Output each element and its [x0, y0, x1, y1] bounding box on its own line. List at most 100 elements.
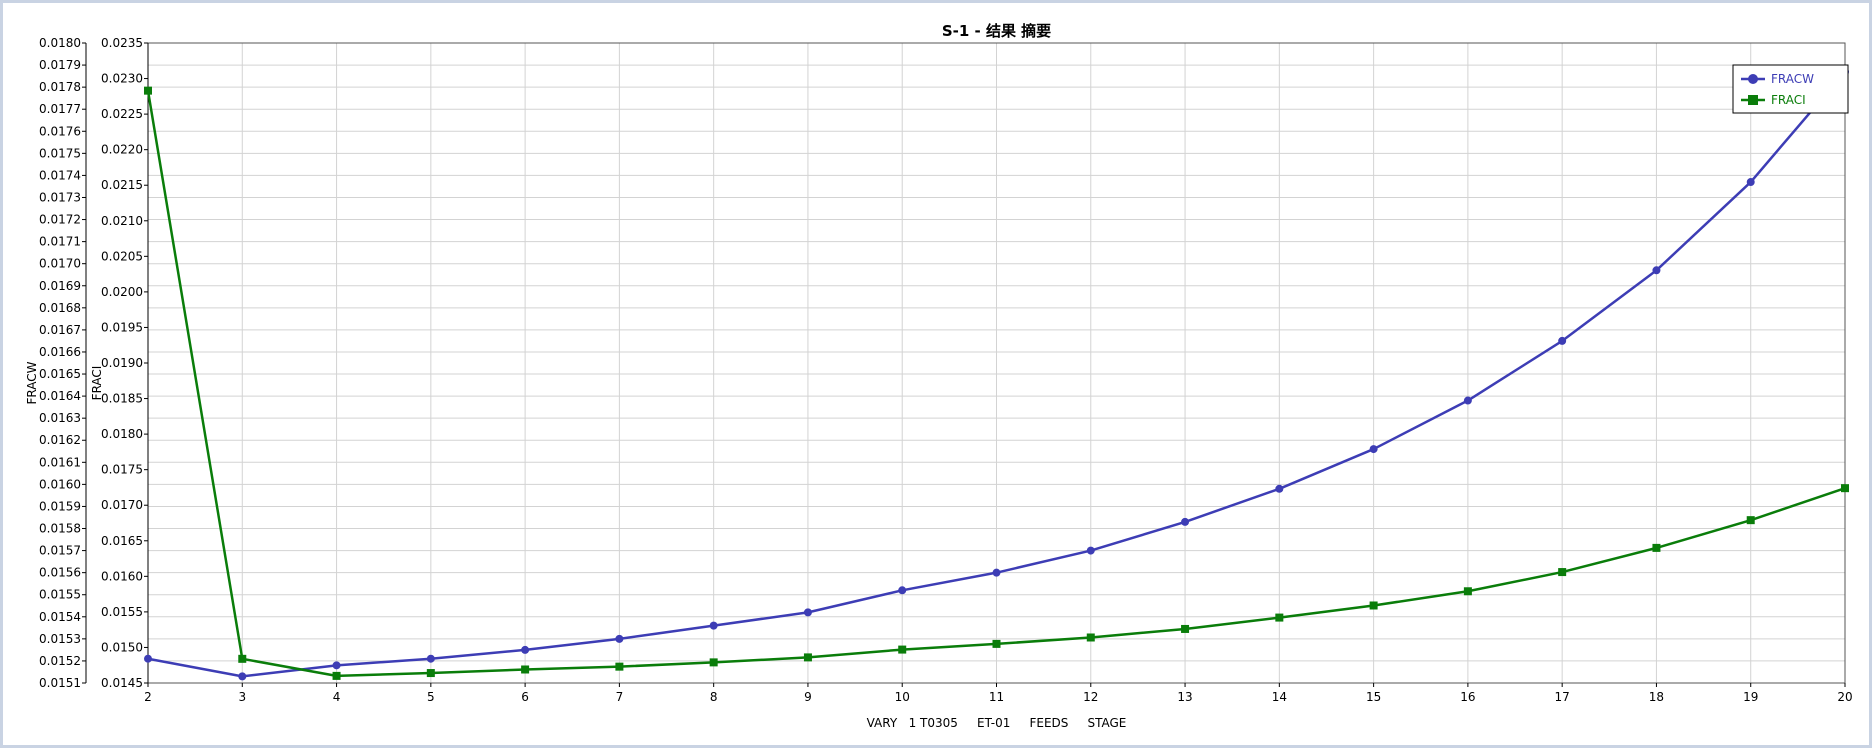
- x-tick-label: 14: [1272, 690, 1287, 704]
- x-tick-label: 16: [1460, 690, 1475, 704]
- x-tick-label: 9: [804, 690, 812, 704]
- y-tick-label-fracw: 0.0176: [39, 124, 81, 138]
- y-tick-label-fracw: 0.0155: [39, 588, 81, 602]
- y-tick-label-fracw: 0.0172: [39, 213, 81, 227]
- y-tick-label-fracw: 0.0170: [39, 257, 81, 271]
- y-tick-label-fracw: 0.0157: [39, 544, 81, 558]
- data-point-fraci: [238, 654, 247, 663]
- data-point-fracw: [992, 568, 1001, 577]
- data-point-fraci: [426, 669, 435, 678]
- x-tick-label: 3: [238, 690, 246, 704]
- data-point-fraci: [1652, 543, 1661, 552]
- data-point-fracw: [898, 586, 907, 595]
- y-tick-label-fracw: 0.0163: [39, 411, 81, 425]
- data-point-fraci: [803, 653, 812, 662]
- y-tick-label-fracw: 0.0166: [39, 345, 81, 359]
- chart-window: 2 3 4 5 6 7 8 9 10 11 12 13 14 15 16 17 18 19 20 0.0151 0.01…: [0, 0, 1872, 748]
- data-point-fraci: [1841, 484, 1849, 493]
- y-tick-label-fraci: 0.0230: [101, 72, 143, 86]
- y-tick-label-fraci: 0.0145: [101, 676, 143, 690]
- x-tick-label: 13: [1177, 690, 1192, 704]
- y-tick-label-fraci: 0.0195: [101, 320, 143, 334]
- chart-title: S-1 - 结果 摘要: [942, 22, 1051, 40]
- legend-marker-fracw: [1748, 74, 1758, 84]
- data-point-fracw: [1181, 517, 1190, 526]
- y-tick-label-fraci: 0.0220: [101, 143, 143, 157]
- x-tick-label: 11: [989, 690, 1004, 704]
- y-tick-label-fracw: 0.0179: [39, 58, 81, 72]
- x-tick-label: 8: [710, 690, 718, 704]
- y-tick-label-fracw: 0.0162: [39, 433, 81, 447]
- data-point-fraci: [332, 671, 341, 680]
- data-point-fracw: [521, 645, 530, 654]
- y-tick-label-fraci: 0.0160: [101, 569, 143, 583]
- y-tick-label-fracw: 0.0160: [39, 477, 81, 491]
- x-tick-label: 5: [427, 690, 435, 704]
- data-point-fracw: [803, 608, 812, 617]
- data-point-fraci: [1181, 624, 1190, 633]
- data-point-fracw: [1275, 484, 1284, 493]
- y-tick-label-fracw: 0.0171: [39, 235, 81, 249]
- data-point-fracw: [1086, 546, 1095, 555]
- x-tick-label: 10: [895, 690, 910, 704]
- data-point-fracw: [1558, 336, 1567, 345]
- y-tick-label-fracw: 0.0175: [39, 146, 81, 160]
- legend-marker-fraci: [1748, 95, 1758, 105]
- data-point-fracw: [615, 634, 624, 643]
- data-point-fraci: [1558, 568, 1567, 577]
- x-tick-label: 2: [144, 690, 152, 704]
- data-point-fraci: [1463, 587, 1472, 596]
- x-tick-label: 20: [1837, 690, 1852, 704]
- x-tick-label: 6: [521, 690, 529, 704]
- y-tick-label-fraci: 0.0165: [101, 534, 143, 548]
- data-point-fraci: [521, 665, 530, 674]
- data-point-fraci: [898, 645, 907, 654]
- y-tick-label-fracw: 0.0167: [39, 323, 81, 337]
- data-point-fraci: [144, 86, 152, 95]
- data-point-fracw: [332, 661, 341, 670]
- y-tick-label-fracw: 0.0158: [39, 522, 81, 536]
- y-tick-label-fracw: 0.0161: [39, 455, 81, 469]
- x-tick-label: 15: [1366, 690, 1381, 704]
- y-axis-title-fraci: FRACI: [90, 366, 104, 401]
- y-tick-label-fracw: 0.0174: [39, 168, 81, 182]
- legend-label-fraci: FRACI: [1771, 93, 1806, 107]
- y-tick-label-fraci: 0.0215: [101, 178, 143, 192]
- y-tick-label-fraci: 0.0200: [101, 285, 143, 299]
- x-tick-label: 19: [1743, 690, 1758, 704]
- y-tick-label-fraci: 0.0170: [101, 498, 143, 512]
- grid: [147, 42, 1846, 684]
- legend-label-fracw: FRACW: [1771, 72, 1814, 86]
- y-tick-label-fraci: 0.0210: [101, 214, 143, 228]
- data-point-fraci: [615, 662, 624, 671]
- x-axis-title: VARY 1 T0305 ET-01 FEEDS STAGE: [867, 716, 1127, 730]
- data-point-fraci: [1086, 633, 1095, 642]
- axes: 2 3 4 5 6 7 8 9 10 11 12 13 14 15 16 17 18 19 20 0.0151 0.01…: [39, 36, 1853, 704]
- chart-canvas: 2 3 4 5 6 7 8 9 10 11 12 13 14 15 16 17 18 19 20 0.0151 0.01…: [25, 22, 1853, 730]
- data-point-fraci: [1275, 613, 1284, 622]
- legend: FRACW FRACI: [1732, 64, 1849, 114]
- data-point-fracw: [238, 672, 247, 681]
- y-tick-label-fraci: 0.0205: [101, 249, 143, 263]
- data-point-fracw: [144, 654, 152, 663]
- y-tick-label-fracw: 0.0159: [39, 499, 81, 513]
- y-tick-label-fraci: 0.0190: [101, 356, 143, 370]
- y-tick-label-fraci: 0.0225: [101, 107, 143, 121]
- y-tick-label-fracw: 0.0178: [39, 80, 81, 94]
- y-tick-label-fracw: 0.0165: [39, 367, 81, 381]
- data-point-fraci: [1369, 601, 1378, 610]
- y-tick-label-fracw: 0.0180: [39, 36, 81, 50]
- y-tick-label-fracw: 0.0173: [39, 190, 81, 204]
- data-point-fracw: [1369, 445, 1378, 454]
- y-tick-label-fracw: 0.0164: [39, 389, 81, 403]
- data-point-fracw: [1652, 266, 1661, 275]
- y-tick-label-fraci: 0.0185: [101, 392, 143, 406]
- y-tick-label-fraci: 0.0235: [101, 36, 143, 50]
- y-tick-label-fracw: 0.0152: [39, 654, 81, 668]
- y-tick-label-fracw: 0.0154: [39, 610, 81, 624]
- x-tick-label: 12: [1083, 690, 1098, 704]
- data-point-fraci: [992, 639, 1001, 648]
- data-point-fracw: [426, 654, 435, 663]
- y-tick-label-fraci: 0.0180: [101, 427, 143, 441]
- y-tick-label-fraci: 0.0155: [101, 605, 143, 619]
